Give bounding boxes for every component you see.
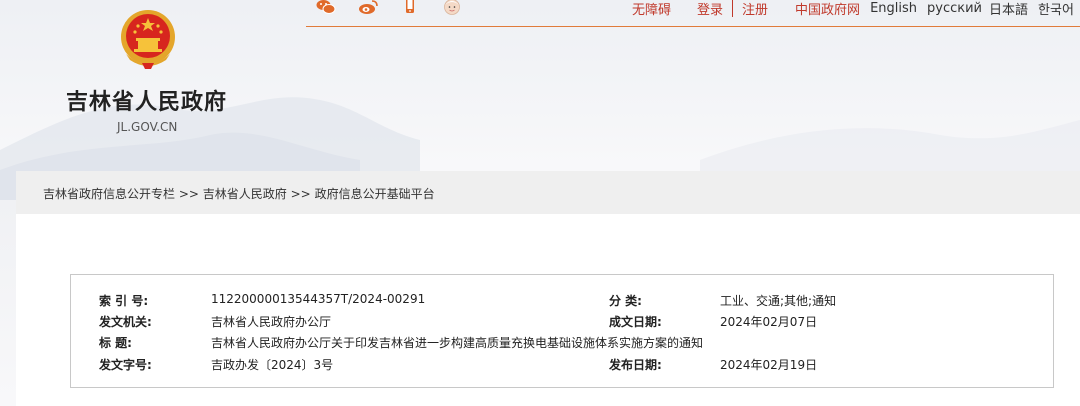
site-domain: JL.GOV.CN	[117, 120, 178, 134]
doc-number-label: 发文字号:	[99, 358, 152, 372]
national-emblem-icon	[121, 10, 175, 69]
japanese-link[interactable]: 日本語	[989, 0, 1028, 18]
russian-link[interactable]: русский	[927, 1, 982, 16]
site-name: 吉林省人民政府	[66, 90, 228, 115]
mobile-icon[interactable]	[400, 0, 420, 14]
weibo-icon[interactable]	[358, 0, 378, 14]
published-date-label: 发布日期:	[609, 358, 662, 372]
title-value: 吉林省人民政府办公厅关于印发吉林省进一步构建高质量充换电基础设施体系实施方案的通…	[211, 336, 704, 350]
breadcrumb-item-info-column[interactable]: 吉林省政府信息公开专栏	[43, 187, 175, 201]
issuer-label: 发文机关:	[99, 315, 152, 329]
wechat-icon[interactable]	[316, 0, 336, 14]
register-link[interactable]: 注册	[742, 0, 768, 18]
breadcrumb-item-platform[interactable]: 政府信息公开基础平台	[315, 187, 435, 201]
login-link[interactable]: 登录	[697, 0, 723, 18]
accessibility-link[interactable]: 无障碍	[632, 0, 671, 18]
breadcrumb-separator: >>	[178, 187, 199, 201]
gov-portal-link[interactable]: 中国政府网	[795, 0, 860, 18]
issuer-value: 吉林省人民政府办公厅	[211, 315, 332, 329]
index-value: 11220000013544357T/2024-00291	[211, 292, 426, 306]
english-link[interactable]: English	[870, 1, 917, 16]
index-label: 索 引 号:	[99, 294, 149, 308]
created-date-value: 2024年02月07日	[720, 315, 818, 329]
breadcrumb-separator: >>	[290, 187, 311, 201]
category-value: 工业、交通;其他;通知	[720, 294, 837, 308]
doc-number-value: 吉政办发〔2024〕3号	[211, 358, 334, 372]
social-links	[316, 0, 462, 15]
left-wash	[0, 200, 16, 406]
breadcrumb-item-government[interactable]: 吉林省人民政府	[203, 187, 287, 201]
breadcrumb: 吉林省政府信息公开专栏 >> 吉林省人民政府 >> 政府信息公开基础平台	[43, 185, 435, 202]
elderly-mode-icon[interactable]	[442, 0, 462, 15]
divider	[732, 0, 734, 17]
header-divider	[306, 26, 1080, 27]
korean-link[interactable]: 한국어	[1038, 0, 1074, 18]
published-date-value: 2024年02月19日	[720, 358, 818, 372]
created-date-label: 成文日期:	[609, 315, 662, 329]
title-label: 标 题:	[99, 336, 132, 350]
top-links: 无障碍 登录 注册 中国政府网 English русский 日本語 한국어	[632, 0, 1074, 18]
category-label: 分 类:	[609, 294, 642, 308]
